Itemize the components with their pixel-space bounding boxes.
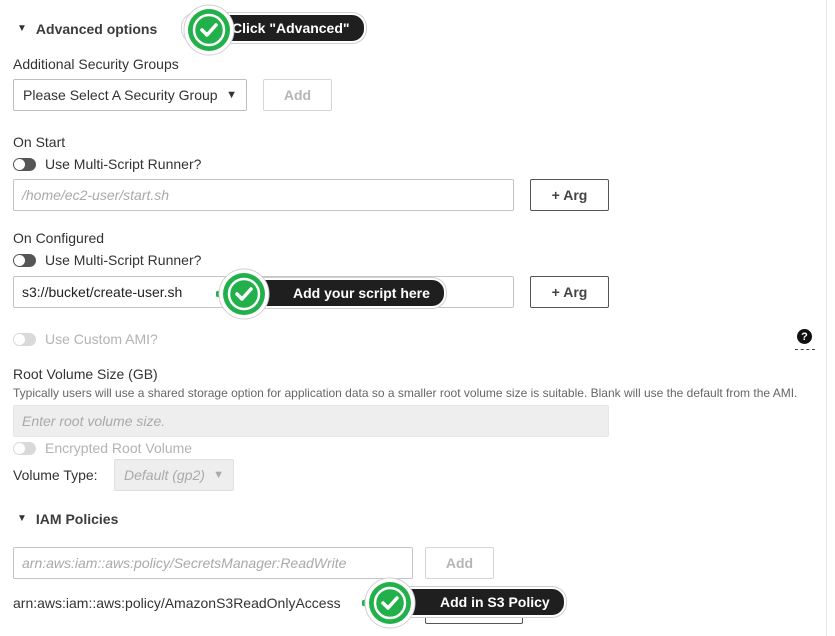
security-group-select-value: Please Select A Security Group (23, 87, 218, 103)
on-configured-add-arg-label: + Arg (551, 284, 588, 300)
custom-ami-help[interactable]: ? (797, 329, 812, 344)
custom-ami-label: Use Custom AMI? (45, 331, 158, 347)
on-start-add-arg-button[interactable]: + Arg (530, 179, 609, 211)
iam-policy-input[interactable]: arn:aws:iam::aws:policy/SecretsManager:R… (13, 547, 413, 579)
advanced-options-title: Advanced options (35, 21, 158, 37)
on-start-script-input[interactable]: /home/ec2-user/start.sh (13, 179, 514, 211)
encrypted-root-volume-label: Encrypted Root Volume (45, 440, 193, 456)
check-circle-icon (362, 575, 418, 631)
add-security-group-button[interactable]: Add (263, 79, 332, 111)
root-volume-size-input[interactable]: Enter root volume size. (13, 405, 609, 437)
volume-type-label: Volume Type: (13, 467, 98, 483)
on-start-add-arg-label: + Arg (551, 187, 588, 203)
callout-script-text: Add your script here (243, 278, 446, 308)
add-iam-policy-label: Add (445, 555, 474, 571)
panel-right-border (826, 0, 827, 636)
iam-policy-placeholder: arn:aws:iam::aws:policy/SecretsManager:R… (22, 555, 347, 571)
iam-policy-item: arn:aws:iam::aws:policy/AmazonS3ReadOnly… (13, 595, 341, 611)
root-volume-help-text: Typically users will use a shared storag… (13, 386, 798, 400)
check-circle-icon (181, 2, 237, 58)
on-start-multiscript-toggle-row[interactable]: Use Multi-Script Runner? (13, 156, 201, 172)
encrypted-root-volume-toggle-row[interactable]: Encrypted Root Volume (13, 440, 192, 456)
root-volume-size-placeholder: Enter root volume size. (22, 413, 166, 429)
triangle-down-icon: ▼ (17, 23, 27, 34)
check-circle-icon (216, 266, 272, 322)
encrypted-root-volume-toggle[interactable] (13, 441, 36, 455)
triangle-down-icon: ▼ (226, 89, 237, 101)
iam-policies-title: IAM Policies (35, 511, 119, 527)
volume-type-select[interactable]: Default (gp2) ▼ (114, 459, 234, 491)
help-underline (795, 349, 815, 350)
security-group-select[interactable]: Please Select A Security Group ▼ (13, 79, 247, 111)
on-start-multiscript-toggle[interactable] (13, 157, 36, 171)
on-configured-multiscript-toggle-row[interactable]: Use Multi-Script Runner? (13, 252, 201, 268)
on-start-multiscript-label: Use Multi-Script Runner? (45, 156, 202, 172)
on-configured-script-value: s3://bucket/create-user.sh (22, 284, 183, 300)
iam-policies-toggle[interactable]: ▼ IAM Policies (17, 511, 118, 527)
on-configured-label: On Configured (13, 230, 105, 246)
on-configured-multiscript-toggle[interactable] (13, 253, 36, 267)
on-configured-multiscript-label: Use Multi-Script Runner? (45, 252, 202, 268)
root-volume-label: Root Volume Size (GB) (13, 366, 158, 382)
security-groups-label: Additional Security Groups (13, 56, 179, 72)
volume-type-value: Default (gp2) (124, 467, 205, 483)
question-circle-icon: ? (797, 329, 812, 344)
custom-ami-toggle[interactable] (13, 332, 36, 346)
on-configured-add-arg-button[interactable]: + Arg (530, 276, 609, 308)
add-security-group-label: Add (283, 87, 312, 103)
add-iam-policy-button[interactable]: Add (425, 547, 494, 579)
on-start-script-placeholder: /home/ec2-user/start.sh (22, 187, 170, 203)
triangle-down-icon: ▼ (17, 513, 27, 524)
triangle-down-icon: ▼ (213, 469, 224, 481)
callout-script: Add your script here (243, 278, 446, 308)
on-start-label: On Start (13, 134, 66, 150)
custom-ami-toggle-row[interactable]: Use Custom AMI? (13, 331, 158, 347)
advanced-options-toggle[interactable]: ▼ Advanced options (17, 21, 157, 37)
